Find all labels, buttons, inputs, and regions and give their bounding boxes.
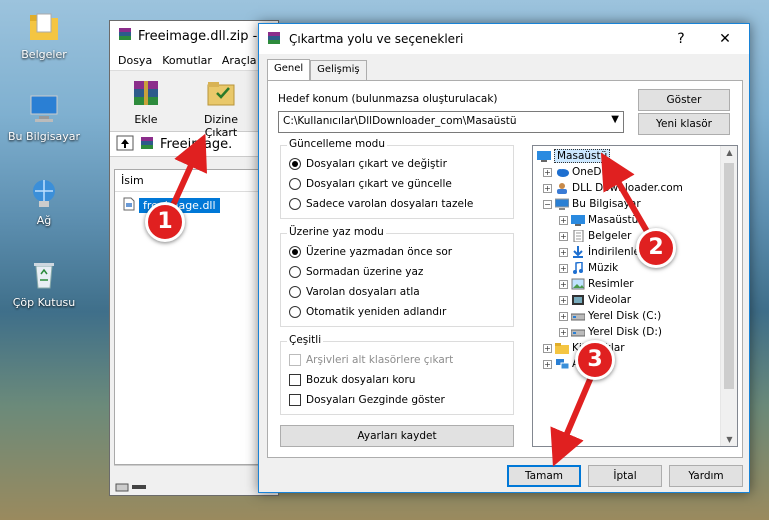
step-marker-2: 2 xyxy=(636,228,676,268)
arrow-to-ok-button xyxy=(550,368,597,467)
step-marker-1: 1 xyxy=(145,202,185,242)
arrow-to-extract-button xyxy=(167,133,207,214)
arrow-to-desktop-folder xyxy=(600,152,655,242)
step-marker-3: 3 xyxy=(575,340,615,380)
